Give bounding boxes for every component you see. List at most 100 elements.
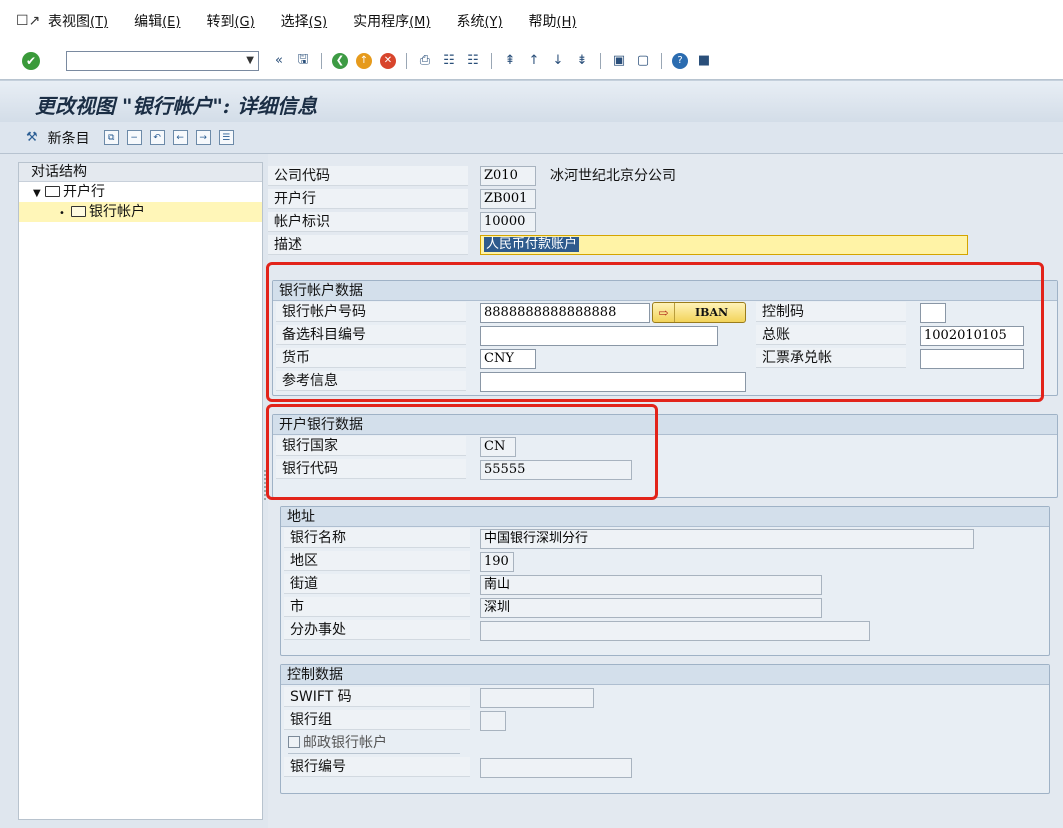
account-number-input[interactable]: 8888888888888888 [480, 303, 650, 323]
menu-label: 转到 [206, 14, 235, 30]
cancel-icon[interactable]: ✕ [379, 52, 397, 70]
account-id-field: 10000 [480, 212, 536, 232]
exit-icon[interactable]: ↑ [355, 52, 373, 70]
new-session-icon[interactable]: ▣ [610, 52, 628, 70]
next-page-icon[interactable]: ↓ [549, 52, 567, 70]
last-page-icon[interactable]: ⇟ [573, 52, 591, 70]
undo-icon[interactable]: ↶ [149, 130, 165, 145]
tree-node-label: 银行帐户 [89, 204, 145, 220]
application-toolbar: ⚒ 新条目 ⧉ − ↶ ← → ☰ [0, 122, 1063, 154]
gl-account-label: 总账 [756, 325, 906, 345]
house-bank-field: ZB001 [480, 189, 536, 209]
customize-layout-icon[interactable]: ■ [695, 52, 713, 70]
postal-bank-account-checkbox[interactable]: 邮政银行帐户 [288, 733, 387, 753]
bank-key-label: 银行代码 [276, 459, 466, 479]
menu-table-view[interactable]: 表视图(T) [48, 11, 108, 31]
page-title: 更改视图 "银行帐户": 详细信息 [35, 94, 318, 118]
checkbox-icon[interactable] [288, 736, 300, 748]
standard-toolbar: ✔ ▼ « 🖫 ❮ ↑ ✕ ⎙ ☷ ☷ ⇞ ↑ ↓ ⇟ ▣ ▢ ? ■ [0, 42, 1063, 80]
bank-group-field [480, 711, 506, 731]
iban-button-label: IBAN [695, 306, 729, 319]
toolbar-separator [661, 52, 662, 69]
print-icon[interactable]: ⎙ [416, 52, 434, 70]
previous-entry-icon[interactable]: ← [172, 130, 188, 145]
arrow-right-icon: ⇨ [653, 303, 675, 322]
menu-system[interactable]: 系统(Y) [456, 11, 502, 31]
toolbar-separator [321, 52, 322, 69]
menu-accelerator: (Y) [484, 15, 503, 30]
menu-accelerator: (M) [409, 15, 431, 30]
detail-area: 公司代码 Z010 冰河世纪北京分公司 开户行 ZB001 帐户标识 10000… [266, 154, 1063, 828]
city-label: 市 [284, 597, 470, 617]
delete-icon[interactable]: − [126, 130, 142, 145]
city-field: 深圳 [480, 598, 822, 618]
house-bank-data-title: 开户银行数据 [273, 415, 1057, 435]
find-icon[interactable]: ☷ [440, 52, 458, 70]
menu-edit[interactable]: 编辑(E) [134, 11, 180, 31]
street-field: 南山 [480, 575, 822, 595]
postal-bank-account-label: 邮政银行帐户 [303, 735, 387, 751]
menu-help[interactable]: 帮助(H) [529, 11, 577, 31]
collapse-icon[interactable]: « [270, 52, 288, 70]
control-key-label: 控制码 [756, 302, 906, 322]
command-dropdown-icon[interactable]: ▼ [246, 55, 254, 66]
menu-goto[interactable]: 转到(G) [206, 11, 254, 31]
bank-number-field [480, 758, 632, 778]
bullet-icon: • [59, 208, 65, 219]
next-entry-icon[interactable]: → [195, 130, 211, 145]
menu-label: 表视图 [48, 14, 90, 30]
house-bank-data-group: 开户银行数据 [272, 414, 1058, 498]
swift-field [480, 688, 594, 708]
dialog-structure-panel: 对话结构 ▼ 开户行 • 银行帐户 [18, 162, 263, 820]
bank-name-field: 中国银行深圳分行 [480, 529, 974, 549]
menu-selection[interactable]: 选择(S) [281, 11, 327, 31]
description-selected-text: 人民币付款账户 [484, 237, 580, 252]
menu-accelerator: (G) [234, 15, 255, 30]
copy-icon[interactable]: ⧉ [103, 130, 119, 145]
bank-account-data-title: 银行帐户数据 [273, 281, 1057, 301]
bill-of-exchange-input[interactable] [920, 349, 1024, 369]
street-label: 街道 [284, 574, 470, 594]
house-bank-label: 开户行 [268, 189, 468, 209]
save-icon[interactable]: 🖫 [294, 52, 312, 70]
menu-accelerator: (T) [90, 15, 109, 30]
menu-utilities[interactable]: 实用程序(M) [353, 11, 430, 31]
new-entries-button[interactable]: 新条目 [48, 128, 90, 148]
prev-page-icon[interactable]: ↑ [525, 52, 543, 70]
tree-node-house-bank[interactable]: ▼ 开户行 [19, 182, 262, 202]
address-title: 地址 [281, 507, 1049, 527]
currency-input[interactable]: CNY [480, 349, 536, 369]
shortcut-icon[interactable]: ▢ [634, 52, 652, 70]
first-page-icon[interactable]: ⇞ [501, 52, 519, 70]
menu-accelerator: (H) [556, 15, 577, 30]
bill-of-exchange-label: 汇票承兑帐 [756, 348, 906, 368]
company-code-field: Z010 [480, 166, 536, 186]
region-field: 190 [480, 552, 514, 572]
toolbar-separator [406, 52, 407, 69]
tree-node-bank-account[interactable]: • 银行帐户 [19, 202, 262, 222]
alt-account-input[interactable] [480, 326, 718, 346]
expand-arrow-icon[interactable]: ▼ [33, 184, 45, 204]
gl-account-input[interactable]: 1002010105 [920, 326, 1024, 346]
divider [288, 753, 460, 754]
back-icon[interactable]: ❮ [331, 52, 349, 70]
select-all-icon[interactable]: ☰ [218, 130, 234, 145]
region-label: 地区 [284, 551, 470, 571]
description-input[interactable]: 人民币付款账户 [480, 235, 968, 255]
menu-exit-icon[interactable]: ☐↗ [16, 13, 40, 29]
menu-label: 系统 [456, 14, 485, 30]
account-number-label: 银行帐户号码 [276, 302, 466, 322]
iban-button[interactable]: ⇨ IBAN [652, 302, 746, 323]
bank-group-label: 银行组 [284, 710, 470, 730]
dialog-structure-header: 对话结构 [19, 163, 262, 182]
check-icon[interactable]: ✔ [22, 51, 40, 70]
display-change-icon[interactable]: ⚒ [26, 130, 38, 145]
reference-input[interactable] [480, 372, 746, 392]
find-next-icon[interactable]: ☷ [464, 52, 482, 70]
menu-label: 选择 [280, 14, 309, 30]
help-icon[interactable]: ? [671, 52, 689, 70]
account-id-label: 帐户标识 [268, 212, 468, 232]
command-field[interactable]: ▼ [66, 50, 259, 71]
control-key-input[interactable] [920, 303, 946, 323]
menu-accelerator: (E) [162, 15, 181, 30]
